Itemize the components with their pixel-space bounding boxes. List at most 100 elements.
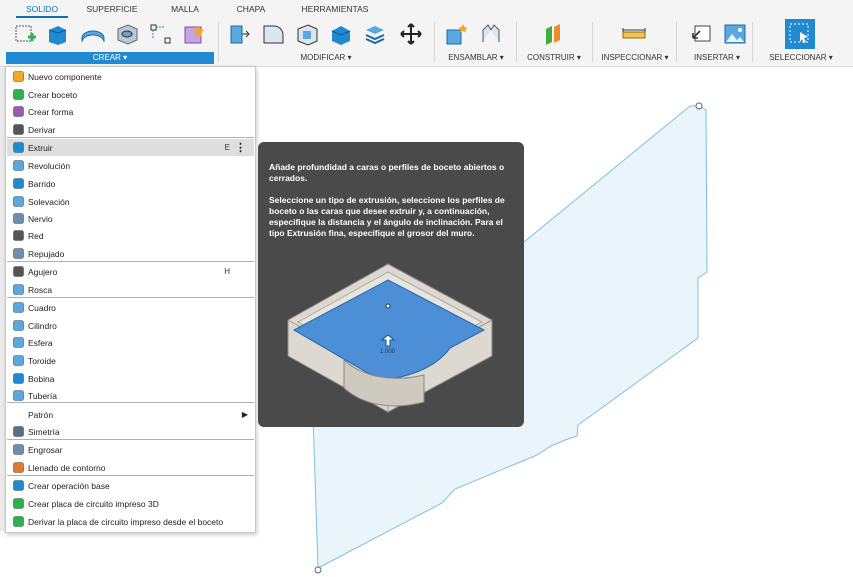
base-feature-icon (12, 480, 24, 492)
pattern-button[interactable] (148, 21, 174, 47)
insert-derive-icon (692, 25, 711, 42)
menu-item-crear-forma[interactable]: Crear forma (7, 103, 254, 120)
menu-item-shortcut: H (224, 267, 230, 276)
seleccionar-group-label[interactable]: SELECCIONAR ▾ (758, 52, 844, 63)
group-separator (676, 22, 677, 62)
create-form-icon (12, 106, 24, 118)
menu-item-llenado-de-contorno[interactable]: Llenado de contorno (7, 459, 254, 476)
menu-item-repujado[interactable]: Repujado (7, 245, 254, 262)
press-pull-button[interactable] (226, 21, 252, 47)
revolve-button[interactable] (80, 21, 106, 47)
menu-item-cuadro[interactable]: Cuadro (7, 299, 254, 316)
combine-button[interactable] (362, 21, 388, 47)
menu-item-patron[interactable]: Patrón ▶ (7, 406, 254, 423)
menu-separator (7, 137, 254, 138)
menu-item-agujero[interactable]: Agujero H (7, 263, 254, 280)
menu-item-solevacion[interactable]: Solevación (7, 193, 254, 210)
tab-superficie[interactable]: SUPERFICIE (84, 3, 140, 16)
revolve-icon (81, 30, 105, 43)
fillet-button[interactable] (260, 21, 286, 47)
menu-item-cilindro[interactable]: Cilindro (7, 317, 254, 334)
select-cursor-icon (789, 23, 809, 43)
shell-button[interactable] (328, 21, 354, 47)
more-options-icon[interactable]: ⋮ (235, 141, 246, 154)
extrude-tooltip: Añade profundidad a caras o perfiles de … (258, 142, 524, 427)
torus-icon (12, 355, 24, 367)
menu-item-label: Derivar (28, 124, 56, 135)
measure-button[interactable] (621, 21, 647, 47)
tooltip-summary: Añade profundidad a caras o perfiles de … (269, 162, 505, 183)
menu-item-crear-operacion-base[interactable]: Crear operación base (7, 477, 254, 494)
offset-plane-button[interactable] (541, 21, 567, 47)
menu-item-label: Repujado (28, 248, 65, 259)
move-icon (400, 23, 422, 45)
new-component-button[interactable] (444, 21, 470, 47)
menu-item-spacer (12, 409, 24, 421)
insertar-group-label[interactable]: INSERTAR ▾ (686, 52, 748, 63)
tab-herramientas[interactable]: HERRAMIENTAS (296, 3, 374, 16)
menu-item-barrido[interactable]: Barrido (7, 175, 254, 192)
menu-item-crear-boceto[interactable]: Crear boceto (7, 86, 254, 103)
select-button[interactable] (785, 19, 815, 49)
create-form-button[interactable] (182, 21, 208, 47)
menu-item-bobina[interactable]: Bobina (7, 370, 254, 387)
hole-icon (117, 24, 138, 45)
menu-item-derivar[interactable]: Derivar (7, 121, 254, 138)
menu-item-label: Barrido (28, 178, 56, 189)
menu-item-label: Crear boceto (28, 89, 78, 100)
move-button[interactable] (398, 21, 424, 47)
menu-item-extruir[interactable]: Extruir E ⋮ (7, 139, 254, 156)
menu-item-nuevo-componente[interactable]: Nuevo componente (7, 68, 254, 85)
hole-button[interactable] (114, 21, 140, 47)
menu-item-red[interactable]: Red (7, 227, 254, 244)
menu-item-revolucion[interactable]: Revolución (7, 157, 254, 174)
construir-group-label[interactable]: CONSTRUIR ▾ (522, 52, 586, 63)
menu-item-crear-placa-de-circuito-impreso-3d[interactable]: Crear placa de circuito impreso 3D (7, 495, 254, 512)
group-separator (752, 22, 753, 62)
menu-item-simetria[interactable]: Simetría (7, 423, 254, 440)
menu-item-esfera[interactable]: Esfera (7, 334, 254, 351)
tab-solido[interactable]: SOLIDO (16, 3, 68, 18)
emboss-icon (12, 248, 24, 260)
thicken-icon (12, 444, 24, 456)
joint-icon (482, 24, 500, 42)
ensamblar-group-label[interactable]: ENSAMBLAR ▾ (438, 52, 514, 63)
mirror-icon (12, 426, 24, 438)
crear-dropdown-menu: Nuevo componente Crear boceto Crear forma D… (5, 66, 256, 533)
menu-item-derivar-la-placa-de-circuito-impreso-desde-el-boceto[interactable]: Derivar la placa de circuito impreso des… (7, 513, 254, 530)
insert-canvas-button[interactable] (722, 21, 748, 47)
joint-button[interactable] (478, 21, 504, 47)
modificar-group-label[interactable]: MODIFICAR ▾ (286, 52, 366, 63)
menu-item-label: Extruir (28, 142, 53, 153)
menu-item-rosca[interactable]: Rosca (7, 281, 254, 298)
menu-item-engrosar[interactable]: Engrosar (7, 441, 254, 458)
menu-item-label: Derivar la placa de circuito impreso des… (28, 516, 224, 527)
new-component-icon (446, 24, 468, 45)
sphere-icon (12, 337, 24, 349)
tab-malla[interactable]: MALLA (162, 3, 208, 16)
menu-item-label: Cilindro (28, 320, 57, 331)
tab-chapa[interactable]: CHAPA (228, 3, 274, 16)
menu-item-label: Revolución (28, 160, 71, 171)
inspeccionar-group-label[interactable]: INSPECCIONAR ▾ (596, 52, 674, 63)
menu-item-toroide[interactable]: Toroide (7, 352, 254, 369)
crear-group-label[interactable]: CREAR ▾ (6, 52, 214, 64)
create-sketch-button[interactable] (12, 21, 38, 47)
chamfer-button[interactable] (294, 21, 320, 47)
menu-item-label: Toroide (28, 355, 56, 366)
hole-icon (12, 266, 24, 278)
derive-icon (12, 124, 24, 136)
menu-item-label: Engrosar (28, 444, 63, 455)
extrude-button[interactable] (44, 21, 70, 47)
menu-item-nervio[interactable]: Nervio (7, 210, 254, 227)
rib-icon (12, 213, 24, 225)
fillet-icon (263, 25, 284, 44)
group-separator (592, 22, 593, 62)
insert-derive-button[interactable] (689, 21, 715, 47)
menu-item-label: Esfera (28, 337, 53, 348)
shell-icon (331, 26, 351, 45)
vertex-handle-top[interactable] (695, 102, 703, 110)
menu-item-shortcut: E (224, 143, 230, 152)
vertex-handle-bottom[interactable] (314, 566, 322, 574)
create-sketch-icon (15, 25, 36, 42)
